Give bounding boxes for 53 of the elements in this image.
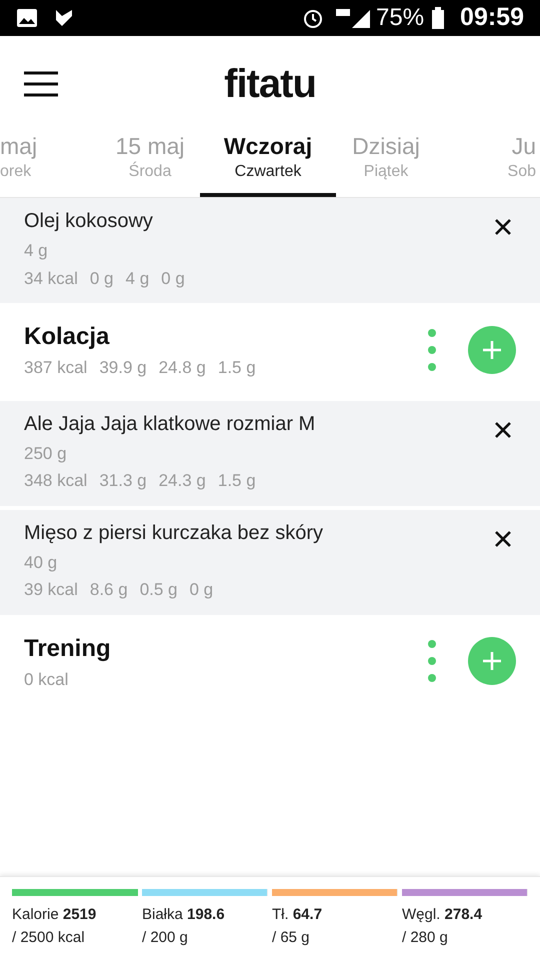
food-amount: 250 g — [24, 442, 68, 464]
battery-level: 75% — [376, 3, 424, 33]
nutrient-value: 31.3 g — [99, 470, 147, 492]
nutrient-goal: / 65 g — [272, 928, 311, 948]
nutrient-total: Tł. 64.7 — [272, 905, 324, 925]
close-icon — [494, 420, 512, 438]
nutrient-total: Białka 198.6 — [142, 905, 226, 925]
food-amount: 4 g — [24, 240, 49, 262]
more-icon — [428, 328, 436, 371]
menu-icon — [24, 71, 58, 97]
food-amount: 40 g — [24, 552, 58, 574]
food-name: Olej kokosowy — [24, 209, 154, 234]
nutrient-value: 0 g — [190, 579, 214, 601]
close-button[interactable] — [494, 218, 512, 236]
alarm-icon — [302, 7, 324, 29]
signal-icon — [336, 7, 372, 29]
food-entry[interactable]: Mięso z piersi kurczaka bez skóry 40 g 39 kcal 8.6 g 0.5 g 0 g — [0, 510, 540, 614]
clock: 09:59 — [460, 2, 524, 34]
nutrient-value: 8.6 g — [90, 579, 128, 601]
food-name: Mięso z piersi kurczaka bez skóry — [24, 520, 324, 546]
close-icon — [494, 530, 512, 548]
nutrient-goal: / 2500 kcal — [12, 928, 86, 948]
nutrient-value: 348 kcal — [24, 470, 88, 492]
close-button[interactable] — [494, 530, 512, 548]
image-icon — [16, 8, 38, 28]
nutrient-value: 39 kcal — [24, 579, 78, 601]
app-logo: fitatu — [224, 61, 316, 108]
nutrient-total: Kalorie 2519 — [12, 905, 98, 925]
nutrient-value: 24.8 g — [158, 357, 206, 379]
nutrient-value: 34 kcal — [24, 268, 78, 290]
nutrient-value: 0 g — [90, 268, 114, 290]
nutrient-goal: / 200 g — [142, 928, 189, 948]
nutrient-value: 387 kcal — [24, 357, 88, 379]
nutrient-value: 1.5 g — [218, 357, 256, 379]
menu-button[interactable] — [24, 71, 58, 97]
nutrient-value: 0 g — [161, 268, 185, 290]
nutrient-value: 4 g — [126, 268, 150, 290]
food-entry[interactable]: Olej kokosowy 4 g 34 kcal 0 g 4 g 0 g — [0, 198, 540, 303]
close-icon — [494, 218, 512, 236]
nutrient-value: 0.5 g — [140, 579, 178, 601]
nutrient-total: Węgl. 278.4 — [402, 905, 484, 925]
meal-name: Trening — [24, 634, 112, 664]
nutrient-goal: / 280 g — [402, 928, 449, 948]
close-button[interactable] — [494, 420, 512, 438]
meal-name: Kolacja — [24, 322, 110, 352]
nutrient-value: 0 kcal — [24, 668, 68, 690]
nutrient-value: 1.5 g — [218, 470, 256, 492]
food-name: Ale Jaja Jaja klatkowe rozmiar M — [24, 412, 316, 436]
nutrient-value: 39.9 g — [99, 357, 147, 379]
nutrient-value: 24.3 g — [158, 470, 206, 492]
more-icon — [428, 640, 436, 682]
battery-icon — [432, 7, 444, 29]
food-entry[interactable]: Ale Jaja Jaja klatkowe rozmiar M 250 g 348 kcal 31.3 g 24.3 g 1.5 g — [0, 400, 540, 506]
